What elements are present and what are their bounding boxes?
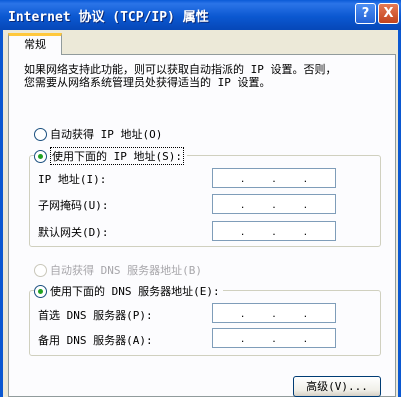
ip-address-input[interactable]: ... xyxy=(212,168,336,188)
radio-button-icon xyxy=(34,127,47,141)
radio-button-icon xyxy=(34,149,47,163)
preferred-dns-input[interactable]: ... xyxy=(212,303,336,323)
default-gateway-label: 默认网关(D): xyxy=(38,226,109,239)
radio-manual-dns[interactable]: 使用下面的 DNS 服务器地址(E): xyxy=(34,283,223,299)
radio-auto-ip[interactable]: 自动获得 IP 地址(O) xyxy=(34,126,162,142)
preferred-dns-label: 首选 DNS 服务器(P): xyxy=(38,309,153,322)
radio-manual-dns-label: 使用下面的 DNS 服务器地址(E): xyxy=(50,285,220,298)
radio-manual-ip-label: 使用下面的 IP 地址(S): xyxy=(50,147,184,165)
alternate-dns-label: 备用 DNS 服务器(A): xyxy=(38,334,153,347)
radio-manual-ip[interactable]: 使用下面的 IP 地址(S): xyxy=(34,147,187,165)
radio-auto-dns-label: 自动获得 DNS 服务器地址(B) xyxy=(50,264,202,277)
radio-auto-ip-label: 自动获得 IP 地址(O) xyxy=(50,128,163,141)
close-icon[interactable]: X xyxy=(378,3,399,24)
alternate-dns-input[interactable]: ... xyxy=(212,328,336,348)
ip-address-label: IP 地址(I): xyxy=(38,173,107,186)
description-line-1: 如果网络支持此功能，则可以获取自动指派的 IP 设置。否则， xyxy=(24,63,337,76)
description-text: 如果网络支持此功能，则可以获取自动指派的 IP 设置。否则， 您需要从网络系统管… xyxy=(24,63,384,89)
radio-button-icon xyxy=(34,263,47,277)
title-bar[interactable]: Internet 协议 (TCP/IP) 属性 ? X xyxy=(0,0,401,30)
radio-auto-dns: 自动获得 DNS 服务器地址(B) xyxy=(34,262,202,278)
default-gateway-input[interactable]: ... xyxy=(212,221,336,241)
subnet-mask-label: 子网掩码(U): xyxy=(38,199,109,212)
subnet-mask-input[interactable]: ... xyxy=(212,194,336,214)
window-title: Internet 协议 (TCP/IP) 属性 xyxy=(8,10,209,25)
description-line-2: 您需要从网络系统管理员处获得适当的 IP 设置。 xyxy=(24,76,271,89)
advanced-button[interactable]: 高级(V)... xyxy=(293,376,381,397)
radio-button-icon xyxy=(34,284,47,298)
help-icon[interactable]: ? xyxy=(355,3,376,24)
tab-general[interactable]: 常规 xyxy=(8,33,62,55)
